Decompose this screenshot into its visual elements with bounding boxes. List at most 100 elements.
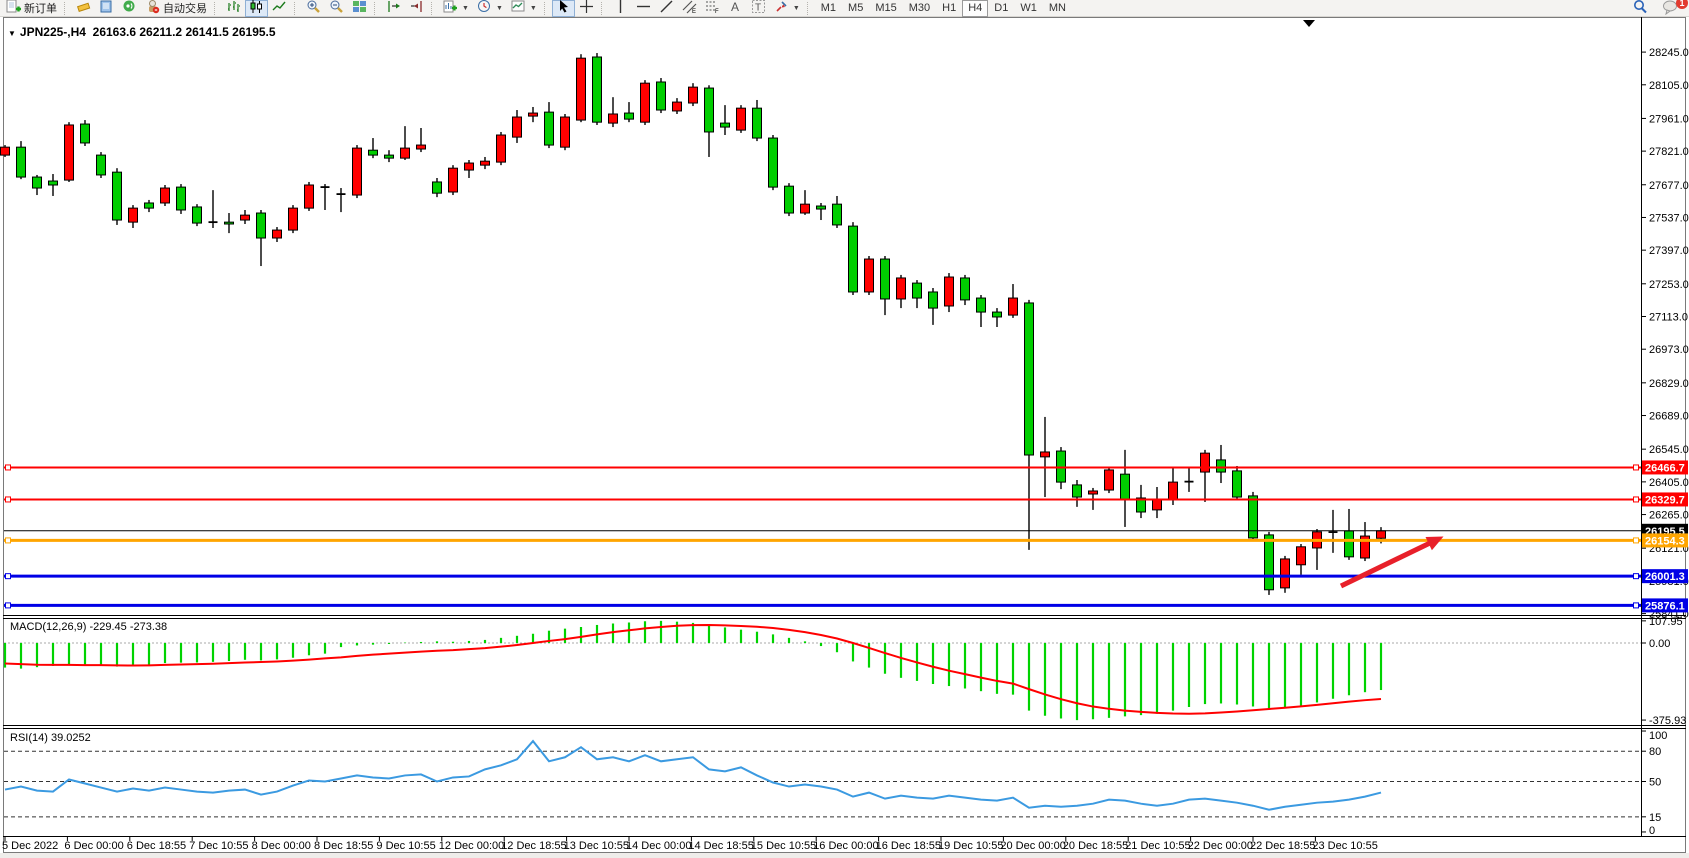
new-order-button[interactable]: 新订单	[2, 0, 61, 17]
svg-text:E: E	[692, 9, 696, 14]
candle-body	[129, 208, 138, 222]
candle-body	[401, 148, 410, 158]
zoom-in-button[interactable]	[302, 0, 325, 17]
timeframe-m5[interactable]: M5	[842, 0, 869, 17]
vertical-line-button[interactable]	[609, 0, 632, 17]
crosshair-button[interactable]	[575, 0, 598, 17]
rsi-tick-label: 15	[1649, 812, 1661, 824]
timeframe-mn[interactable]: MN	[1043, 0, 1072, 17]
price-tag-label: 25876.1	[1645, 600, 1685, 612]
candle-body	[305, 185, 314, 208]
timeframe-d1[interactable]: D1	[988, 0, 1014, 17]
timeframe-h1[interactable]: H1	[936, 0, 962, 17]
price-tick-label: 26265.0	[1649, 510, 1689, 522]
eraser-button[interactable]	[72, 0, 95, 17]
rsi-indicator-label: RSI(14) 39.0252	[10, 732, 91, 744]
template-button[interactable]: ▼	[507, 0, 541, 17]
candle-body	[561, 117, 570, 147]
candle-body	[993, 312, 1002, 317]
price-tick-label: 27113.0	[1649, 311, 1688, 323]
candle-body	[689, 87, 698, 103]
market-depth-button[interactable]	[95, 0, 118, 17]
time-axis-label: 12 Dec 00:00	[439, 840, 504, 852]
period-button[interactable]: ▼	[473, 0, 507, 17]
chevron-down-icon: ▼	[793, 5, 800, 12]
candle-body	[977, 298, 986, 312]
toolbar: 新订单 自动交易 ▼ ▼	[0, 0, 1689, 17]
candle-body	[1105, 470, 1114, 490]
auto-scroll-button[interactable]	[405, 0, 428, 17]
time-axis-label: 8 Dec 18:55	[314, 840, 373, 852]
notifications-button[interactable]: 1	[1658, 0, 1683, 17]
price-tick-label: 26405.0	[1649, 477, 1689, 489]
price-tick-label: 26973.0	[1649, 344, 1689, 356]
rsi-tick-label: 100	[1649, 730, 1667, 742]
horizontal-line-button[interactable]	[632, 0, 655, 17]
timeframe-m30[interactable]: M30	[903, 0, 936, 17]
timeframe-h4[interactable]: H4	[962, 0, 988, 17]
time-axis-label: 22 Dec 00:00	[1188, 840, 1253, 852]
candle-body	[1217, 460, 1226, 472]
candle-body	[65, 125, 74, 180]
market-depth-icon	[99, 0, 114, 17]
line-handle	[1634, 538, 1639, 543]
sound-button[interactable]	[118, 0, 141, 17]
candle-body	[17, 147, 26, 177]
price-tag-label: 26466.7	[1645, 462, 1685, 474]
price-tag-label: 26154.3	[1645, 535, 1685, 547]
ohlc-close: 26195.5	[232, 25, 275, 39]
candle-body	[193, 207, 202, 223]
text-button[interactable]: A	[724, 0, 747, 17]
tile-windows-button[interactable]	[348, 0, 371, 17]
candle-body	[257, 213, 266, 238]
new-chart-button[interactable]: ▼	[439, 0, 473, 17]
label-button[interactable]: T	[747, 0, 770, 17]
price-chart[interactable]: 28245.028105.027961.027821.027677.027537…	[0, 0, 1689, 858]
candle-body	[929, 292, 938, 308]
candle-body	[673, 102, 682, 111]
candle-body	[433, 182, 442, 193]
candle-body	[225, 222, 234, 224]
candle-body	[1201, 453, 1210, 472]
trendline-button[interactable]	[655, 0, 678, 17]
price-tick-label: 27821.0	[1649, 146, 1689, 158]
chart-shift-button[interactable]	[382, 0, 405, 17]
candle-body	[801, 204, 810, 213]
arrows-button[interactable]: ▼	[770, 0, 804, 17]
ohlc-open: 26163.6	[93, 25, 136, 39]
autotrade-button[interactable]: 自动交易	[141, 0, 211, 17]
candle-body	[1297, 547, 1306, 565]
timeframe-w1[interactable]: W1	[1014, 0, 1043, 17]
search-button[interactable]	[1628, 0, 1652, 17]
candle-body	[945, 277, 954, 306]
line-handle	[1634, 497, 1639, 502]
cursor-button[interactable]	[552, 0, 575, 17]
fibonacci-button[interactable]: F	[701, 0, 724, 17]
channel-button[interactable]: E	[678, 0, 701, 17]
symbol-dropdown-icon[interactable]: ▼	[8, 29, 16, 38]
time-axis-label: 23 Dec 10:55	[1312, 840, 1377, 852]
time-axis-label: 14 Dec 00:00	[626, 840, 691, 852]
candle-body	[769, 138, 778, 187]
eraser-icon	[76, 0, 91, 17]
candle-body	[1169, 482, 1178, 500]
candlestick-chart-button[interactable]	[245, 0, 268, 17]
line-handle	[6, 465, 11, 470]
timeframe-m1[interactable]: M1	[815, 0, 842, 17]
candle-body	[97, 155, 106, 175]
timeframe-m15[interactable]: M15	[869, 0, 902, 17]
notification-badge: 1	[1676, 0, 1688, 9]
svg-text:T: T	[755, 3, 761, 14]
separator	[214, 2, 219, 15]
line-chart-button[interactable]	[268, 0, 291, 17]
zoom-out-button[interactable]	[325, 0, 348, 17]
candle-body	[641, 83, 650, 122]
candle-body	[705, 88, 714, 132]
candle-body	[625, 113, 634, 119]
separator	[544, 2, 549, 15]
sound-icon	[122, 0, 137, 17]
candle-body	[593, 57, 602, 122]
candle-body	[545, 112, 554, 145]
bar-chart-button[interactable]	[222, 0, 245, 17]
candle-body	[449, 168, 458, 192]
